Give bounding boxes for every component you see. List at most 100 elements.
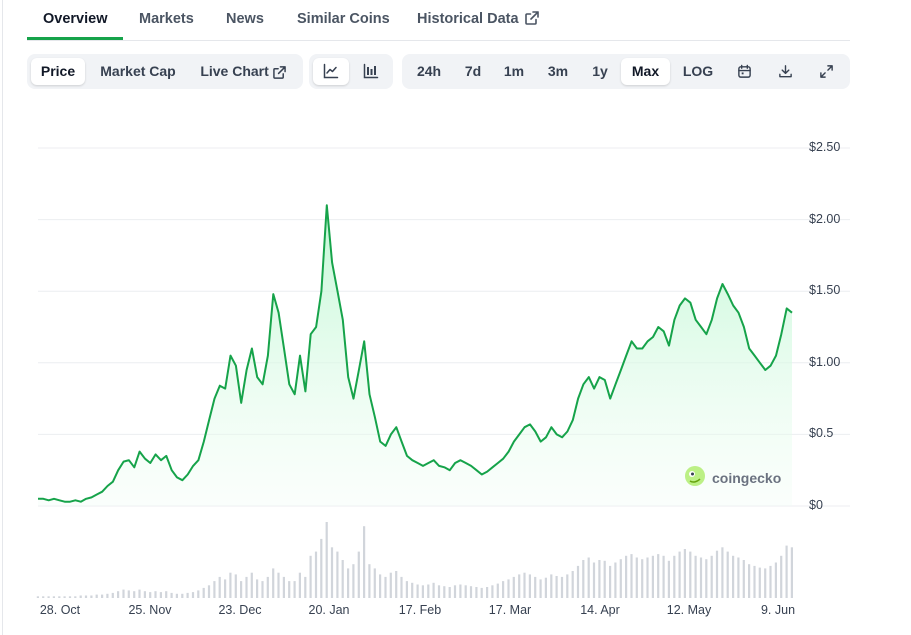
volume-bar	[250, 572, 253, 598]
volume-bar	[748, 564, 751, 598]
volume-bar	[774, 562, 777, 598]
volume-bar	[443, 586, 446, 598]
x-tick-label: 9. Jun	[760, 603, 796, 617]
volume-bar	[181, 593, 184, 598]
volume-bar	[641, 559, 644, 598]
volume-bar	[357, 551, 360, 598]
volume-bar	[614, 562, 617, 598]
volume-bar	[469, 586, 473, 598]
volume-bar	[609, 565, 612, 598]
volume-bar	[363, 526, 366, 598]
volume-bar	[534, 576, 537, 598]
volume-bar	[785, 545, 788, 598]
volume-bar	[207, 585, 211, 598]
volume-bar	[742, 560, 745, 598]
volume-bar	[347, 568, 350, 598]
volume-bar	[384, 576, 387, 598]
volume-bar	[101, 594, 104, 598]
volume-bar	[256, 579, 259, 598]
volume-bar	[539, 579, 542, 598]
volume-bar	[753, 565, 756, 598]
volume-bar	[186, 592, 189, 598]
volume-bar	[304, 576, 307, 598]
volume-bar	[459, 584, 462, 598]
volume-bar	[400, 576, 403, 598]
volume-bar	[699, 557, 703, 598]
volume-bar	[288, 581, 291, 598]
volume-bar	[165, 591, 168, 598]
volume-bar	[528, 574, 531, 598]
volume-bar	[68, 596, 72, 598]
y-tick-label: $0.5	[809, 426, 834, 441]
volume-bar	[453, 585, 457, 598]
volume-bar	[122, 589, 125, 598]
volume-bar	[229, 572, 232, 598]
volume-bar	[111, 592, 114, 598]
volume-bar	[277, 572, 280, 598]
volume-bar	[550, 574, 553, 598]
volume-bar	[507, 579, 510, 598]
volume-bar	[325, 522, 328, 598]
volume-bar	[293, 581, 296, 598]
volume-bar	[90, 595, 93, 598]
volume-bar	[389, 572, 392, 598]
volume-bar	[587, 557, 590, 598]
volume-bar	[544, 577, 547, 598]
volume-bar	[566, 574, 569, 598]
volume-bar	[127, 590, 130, 598]
x-tick-label: 28. Oct	[39, 603, 81, 617]
volume-bar	[651, 555, 654, 598]
coingecko-watermark: coingecko	[684, 465, 782, 492]
volume-bar	[411, 582, 414, 598]
x-tick-label: 25. Nov	[128, 603, 172, 617]
volume-bar	[84, 595, 88, 598]
volume-bar	[780, 555, 783, 598]
volume-bar	[646, 557, 649, 598]
volume-bar	[245, 576, 248, 598]
volume-bar	[764, 568, 767, 598]
volume-bar	[224, 579, 227, 598]
volume-bar	[79, 595, 82, 598]
volume-bar	[63, 596, 66, 598]
volume-bar	[464, 585, 467, 598]
coingecko-logo-icon	[684, 465, 706, 492]
volume-bar	[437, 585, 441, 598]
volume-bar	[662, 555, 665, 598]
volume-bar	[373, 568, 376, 598]
volume-bar	[486, 587, 489, 598]
volume-bar	[427, 584, 430, 598]
volume-bar	[721, 547, 724, 598]
volume-bar	[678, 551, 681, 598]
volume-bar	[52, 596, 55, 598]
volume-bar	[149, 592, 152, 598]
volume-bar	[395, 571, 398, 598]
volume-bar	[143, 591, 146, 598]
volume-bar	[218, 576, 221, 598]
volume-bar	[603, 560, 606, 598]
price-chart[interactable]	[0, 0, 911, 635]
coingecko-watermark-text: coingecko	[712, 470, 782, 486]
volume-bar	[667, 560, 670, 598]
volume-bar	[36, 596, 39, 598]
volume-bar	[630, 554, 633, 598]
volume-bar	[710, 555, 713, 598]
volume-bar	[234, 574, 237, 598]
volume-bar	[737, 557, 740, 598]
volume-bar	[673, 555, 676, 598]
volume-bar	[330, 547, 334, 598]
volume-bar	[341, 560, 344, 598]
volume-bar	[320, 538, 323, 598]
volume-bar	[683, 549, 686, 598]
volume-bar	[598, 560, 601, 598]
x-tick-label: 14. Apr	[580, 603, 620, 617]
volume-bar	[416, 584, 419, 598]
volume-bar	[47, 596, 50, 598]
volume-bar	[368, 564, 371, 598]
volume-bar	[491, 585, 494, 598]
volume-bar	[202, 587, 205, 598]
x-tick-label: 17. Feb	[398, 603, 442, 617]
volume-bar	[432, 582, 435, 598]
x-tick-label: 17. Mar	[488, 603, 532, 617]
volume-bar	[732, 555, 735, 598]
volume-bar	[42, 596, 45, 598]
